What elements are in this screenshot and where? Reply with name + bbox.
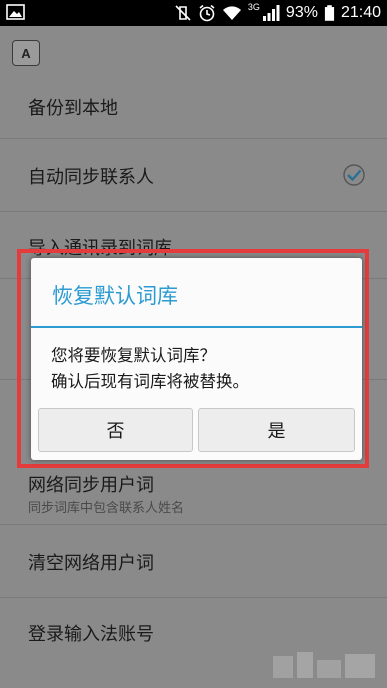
wifi-icon (222, 6, 241, 21)
settings-item-label: 网络同步用户词 (28, 475, 154, 496)
image-notification-icon (6, 4, 25, 20)
settings-item-label: 自动同步联系人 (28, 167, 154, 188)
app-bar: A (0, 26, 387, 78)
status-clock: 21:40 (340, 4, 381, 21)
input-method-icon[interactable]: A (12, 40, 40, 66)
status-bar: 3G 93% 21:40 (0, 0, 387, 26)
alarm-icon (199, 4, 215, 22)
confirm-button[interactable]: 是 (198, 408, 355, 452)
settings-item-label: 清空网络用户词 (28, 553, 154, 574)
dialog-message-line1: 您将要恢复默认词库？ (51, 346, 216, 365)
settings-item-label: 登录输入法账号 (28, 624, 154, 645)
dialog-title-divider (31, 326, 362, 328)
dialog-title: 恢复默认词库 (52, 284, 178, 308)
settings-item-sublabel: 同步词库中包含联系人姓名 (28, 501, 185, 516)
signal-icon (262, 5, 280, 21)
checkbox-checked-icon[interactable] (343, 164, 365, 186)
cancel-button[interactable]: 否 (38, 408, 193, 452)
network-type-label: 3G (247, 2, 260, 12)
dialog-message-line2: 确认后现有词库将被替换。 (51, 372, 249, 391)
restore-default-dialog: 恢复默认词库 您将要恢复默认词库？ 确认后现有词库将被替换。 否 是 (31, 258, 362, 460)
watermark-logo-icon (273, 652, 375, 678)
battery-percent: 93% (285, 4, 318, 21)
settings-item-label: 备份到本地 (28, 98, 118, 119)
settings-item-clear-user-words[interactable]: 清空网络用户词 (0, 525, 387, 598)
battery-icon (324, 5, 335, 21)
settings-item-auto-sync-contacts[interactable]: 自动同步联系人 (0, 139, 387, 212)
vibrate-off-icon (175, 5, 191, 21)
settings-item-backup-local[interactable]: 备份到本地 (0, 78, 387, 139)
